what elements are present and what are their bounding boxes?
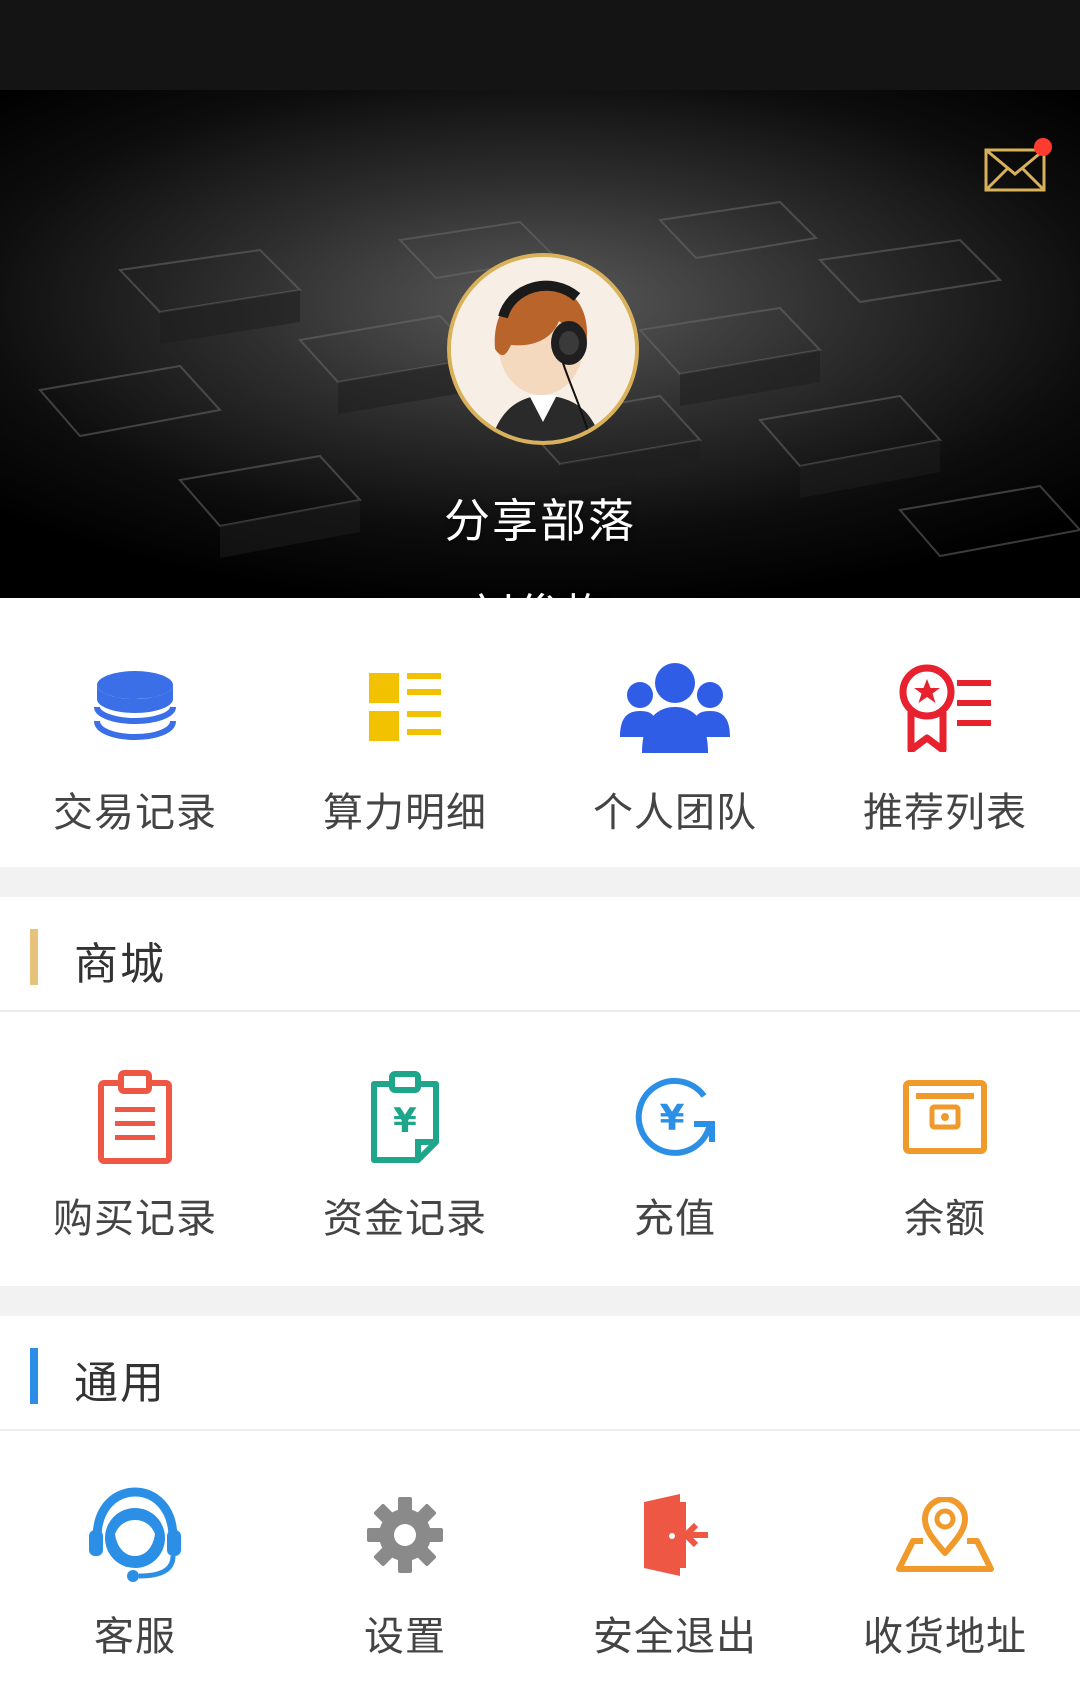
balance-button[interactable]: 余额 (810, 1062, 1080, 1244)
team-icon (620, 663, 730, 753)
logout-button[interactable]: 安全退出 (540, 1480, 810, 1662)
list-grid-icon (369, 673, 441, 741)
yuan-clipboard-icon: ¥ (371, 1071, 439, 1163)
yuan-refresh-icon: ¥ (635, 1077, 715, 1156)
headset-icon (89, 1487, 181, 1582)
shipping-address-button[interactable]: 收货地址 (810, 1480, 1080, 1662)
avatar[interactable] (447, 253, 639, 445)
quick-link-transactions[interactable]: 交易记录 (0, 652, 270, 838)
status-bar (0, 0, 1080, 90)
profile-header: 分享部落 刘俊梅 (0, 90, 1080, 598)
quick-link-label: 交易记录 (53, 790, 217, 836)
page-title: 分享部落 (444, 494, 636, 548)
purchase-records-button[interactable]: 购买记录 (0, 1062, 270, 1244)
exit-door-icon (644, 1494, 708, 1576)
wallet-icon (903, 1080, 987, 1154)
quick-link-label: 算力明细 (323, 790, 487, 836)
quick-link-team[interactable]: 个人团队 (540, 652, 810, 838)
section-accent-bar (30, 1348, 38, 1404)
unread-badge (1034, 138, 1052, 156)
mail-icon (984, 148, 1046, 192)
section-title: 通用 (74, 1358, 166, 1409)
settings-button[interactable]: 设置 (270, 1480, 540, 1662)
section-divider (0, 867, 1080, 897)
section-accent-bar (30, 929, 38, 985)
grid-item-label: 资金记录 (323, 1196, 487, 1242)
avatar-image (451, 257, 635, 441)
shop-grid: 购买记录 ¥ 资金记录 ¥ 充值 余额 (0, 1062, 1080, 1244)
grid-item-label: 收货地址 (863, 1614, 1027, 1660)
grid-item-label: 充值 (634, 1196, 716, 1242)
quick-link-label: 推荐列表 (863, 790, 1027, 836)
general-grid: 客服 设置 安全退出 收货地址 (0, 1480, 1080, 1662)
fund-records-button[interactable]: ¥ 资金记录 (270, 1062, 540, 1244)
grid-item-label: 设置 (364, 1614, 446, 1660)
grid-item-label: 购买记录 (53, 1196, 217, 1242)
user-name: 刘俊梅 (0, 580, 1080, 598)
clipboard-icon (98, 1070, 172, 1164)
grid-item-label: 余额 (904, 1196, 986, 1242)
section-divider (0, 1286, 1080, 1316)
section-title: 商城 (74, 939, 166, 990)
customer-service-button[interactable]: 客服 (0, 1480, 270, 1662)
quick-link-referrals[interactable]: 推荐列表 (810, 652, 1080, 838)
grid-item-label: 安全退出 (593, 1614, 757, 1660)
quick-link-hashrate[interactable]: 算力明细 (270, 652, 540, 838)
section-header-general: 通用 (0, 1316, 1080, 1431)
svg-text:¥: ¥ (393, 1101, 417, 1141)
recharge-button[interactable]: ¥ 充值 (540, 1062, 810, 1244)
svg-text:¥: ¥ (659, 1098, 684, 1139)
quick-links: 交易记录 算力明细 个人团队 推荐列表 (0, 652, 1080, 838)
award-list-icon (899, 664, 991, 752)
section-header-shop: 商城 (0, 897, 1080, 1012)
quick-link-label: 个人团队 (593, 790, 757, 836)
database-icon (94, 671, 176, 741)
gear-icon (367, 1497, 443, 1573)
location-icon (896, 1497, 994, 1572)
grid-item-label: 客服 (94, 1614, 176, 1660)
mail-button[interactable] (984, 138, 1052, 192)
